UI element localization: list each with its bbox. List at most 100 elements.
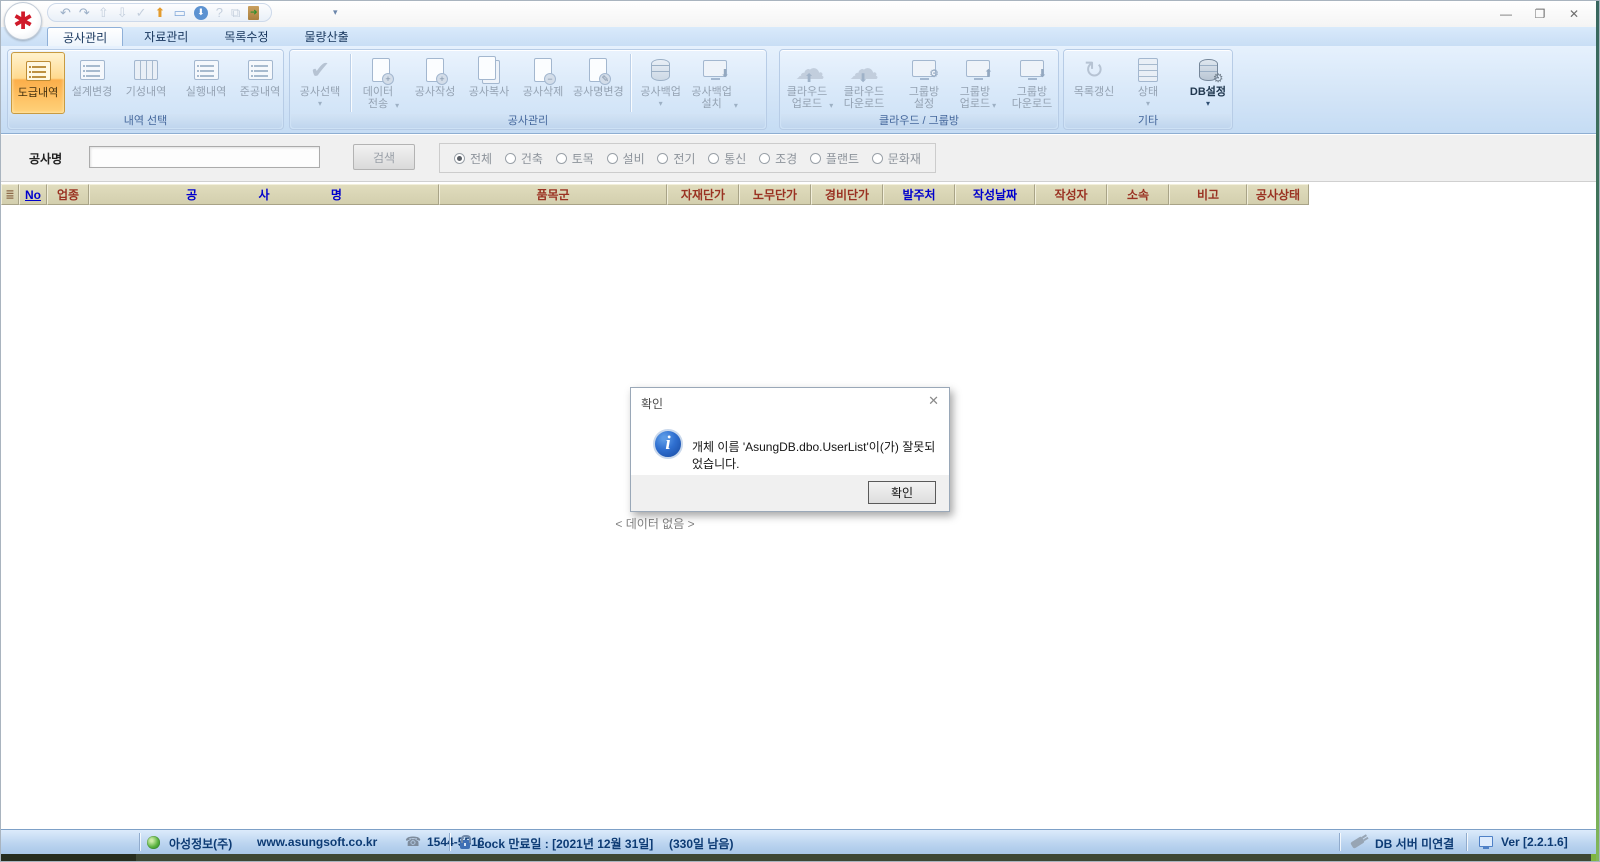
button-grouproom-upload[interactable]: ⬆ 그룹방 업로드▾	[951, 52, 1005, 114]
ribbon-group-etc: ↻ 목록갱신 상태 ▾ ⚙ DB설정 ▾ 기타	[1063, 49, 1233, 130]
column-material-price[interactable]: 자재단가	[667, 184, 739, 205]
app-logo-button[interactable]: ✱	[4, 2, 42, 40]
list-icon	[26, 61, 51, 81]
radio-architecture[interactable]: 건축	[505, 150, 543, 167]
column-remarks[interactable]: 비고	[1169, 184, 1247, 205]
panel-icon[interactable]: ▭	[173, 6, 185, 19]
tab-quantity-calc[interactable]: 물량산출	[290, 27, 364, 46]
dialog-close-icon[interactable]: ✕	[928, 393, 939, 409]
db-connection-icon	[1350, 836, 1365, 849]
radio-telecom[interactable]: 통신	[708, 150, 746, 167]
dialog-ok-button[interactable]: 확인	[868, 481, 936, 504]
import-icon[interactable]: ⬆	[155, 6, 166, 19]
project-name-label: 공사명	[29, 150, 62, 167]
category-radio-group: 전체 건축 토목 설비 전기 통신 조경 플랜트 문화재	[439, 143, 936, 173]
taskbar-strip	[1, 854, 1599, 862]
search-button[interactable]: 검색	[353, 144, 415, 170]
column-affiliation[interactable]: 소속	[1107, 184, 1169, 205]
button-refresh-list[interactable]: ↻ 목록갱신	[1067, 52, 1121, 114]
dropdown-icon: ▾	[829, 102, 833, 110]
check-icon: ✔	[310, 56, 330, 85]
button-db-settings[interactable]: ⚙ DB설정 ▾	[1181, 52, 1235, 114]
button-data-transfer[interactable]: + 데이터 전송▾	[354, 52, 408, 114]
close-button[interactable]: ✕	[1557, 1, 1591, 27]
column-project-name[interactable]: 공 사 명	[89, 184, 439, 205]
lock-icon	[460, 840, 470, 849]
dropdown-icon: ▾	[734, 102, 738, 110]
column-industry[interactable]: 업종	[47, 184, 89, 205]
radio-all[interactable]: 전체	[454, 150, 492, 167]
column-project-status[interactable]: 공사상태	[1247, 184, 1309, 205]
preview-icon[interactable]: ⧉	[231, 6, 240, 19]
button-project-rename[interactable]: ✎ 공사명변경	[570, 52, 627, 114]
document-copy-icon	[478, 56, 496, 80]
button-project-delete[interactable]: − 공사삭제	[516, 52, 570, 114]
button-project-select[interactable]: ✔ 공사선택 ▾	[293, 52, 347, 114]
dropdown-icon: ▾	[1146, 100, 1150, 108]
minimize-button[interactable]: —	[1489, 1, 1523, 27]
column-labor-price[interactable]: 노무단가	[739, 184, 811, 205]
button-cloud-download[interactable]: ☁⬇ 클라우드 다운로드	[837, 52, 891, 114]
qat-overflow-icon[interactable]: ▾	[333, 7, 338, 18]
radio-facility[interactable]: 설비	[607, 150, 645, 167]
button-grouproom-download[interactable]: ⬇ 그룹방 다운로드	[1005, 52, 1059, 114]
restore-button[interactable]: ❐	[1523, 1, 1557, 27]
project-name-input[interactable]	[89, 146, 320, 168]
button-execution-detail[interactable]: 실행내역	[179, 52, 233, 114]
button-cloud-upload[interactable]: ☁⬆ 클라우드 업로드▾	[783, 52, 837, 114]
column-expense-price[interactable]: 경비단가	[811, 184, 883, 205]
group-caption: 내역 선택	[9, 114, 282, 128]
column-no[interactable]: No	[19, 184, 47, 205]
radio-electric[interactable]: 전기	[657, 150, 695, 167]
column-row-marker[interactable]: ≣	[1, 184, 19, 205]
radio-dot	[607, 153, 618, 164]
button-contract-detail[interactable]: 도급내역	[11, 52, 65, 114]
column-orderer[interactable]: 발주처	[883, 184, 955, 205]
button-progress-detail[interactable]: 기성내역	[119, 52, 173, 114]
phone-number: 1544-5516	[427, 835, 484, 849]
move-down-icon[interactable]: ⇩	[117, 6, 128, 19]
tab-data-mgmt[interactable]: 자료관리	[129, 27, 203, 46]
redo-icon[interactable]: ↷	[79, 6, 90, 19]
monitor-down-icon: ⬇	[1020, 60, 1044, 77]
help-icon[interactable]: ?	[216, 6, 223, 19]
radio-dot	[454, 153, 465, 164]
tab-construction-mgmt[interactable]: 공사관리	[47, 27, 123, 46]
confirm-icon[interactable]: ✓	[136, 6, 147, 19]
button-design-change[interactable]: 설계변경	[65, 52, 119, 114]
ribbon-group-detail-select: 도급내역 설계변경 기성내역 실행내역 준공내역	[7, 49, 284, 130]
document-plus-icon: +	[426, 58, 444, 82]
ribbon-group-cloud-grouproom: ☁⬆ 클라우드 업로드▾ ☁⬇ 클라우드 다운로드 ⚙ 그룹방 설정 ⬆ 그룹방…	[779, 49, 1059, 130]
radio-plant[interactable]: 플랜트	[810, 150, 859, 167]
button-project-create[interactable]: + 공사작성	[408, 52, 462, 114]
radio-landscape[interactable]: 조경	[759, 150, 797, 167]
radio-dot	[810, 153, 821, 164]
button-completion-detail[interactable]: 준공내역	[233, 52, 287, 114]
group-caption: 클라우드 / 그룹방	[781, 114, 1057, 128]
table-header: ≣ No 업종 공 사 명 품목군 자재단가 노무단가 경비단가 발주처 작성날…	[1, 184, 1309, 205]
radio-heritage[interactable]: 문화재	[872, 150, 921, 167]
dropdown-icon: ▾	[395, 102, 399, 110]
button-project-backup[interactable]: 공사백업 ▾	[634, 52, 688, 114]
column-item-group[interactable]: 품목군	[439, 184, 667, 205]
company-website[interactable]: www.asungsoft.co.kr	[257, 835, 377, 849]
button-project-copy[interactable]: 공사복사	[462, 52, 516, 114]
move-up-icon[interactable]: ⇧	[98, 6, 109, 19]
undo-icon[interactable]: ↶	[60, 6, 71, 19]
button-backup-install[interactable]: ⬇ 공사백업 설치▾	[688, 52, 742, 114]
dropdown-icon: ▾	[659, 100, 663, 108]
exit-icon[interactable]: ➜	[248, 6, 259, 20]
status-bar: 아성정보(주) www.asungsoft.co.kr ☎ 1544-5516 …	[1, 829, 1599, 854]
button-grouproom-settings[interactable]: ⚙ 그룹방 설정	[897, 52, 951, 114]
tab-list-edit[interactable]: 목록수정	[209, 27, 283, 46]
column-created-date[interactable]: 작성날짜	[955, 184, 1035, 205]
button-status[interactable]: 상태 ▾	[1121, 52, 1175, 114]
cloud-download-icon: ☁⬇	[849, 57, 879, 83]
confirm-dialog: 확인 ✕ i 개체 이름 'AsungDB.dbo.UserList'이(가) …	[630, 387, 950, 512]
quick-access-toolbar: ↶ ↷ ⇧ ⇩ ✓ ⬆ ▭ ⬇ ? ⧉ ➜	[47, 3, 272, 22]
lock-expiry: Lock 만료일 : [2021년 12월 31일]	[477, 835, 653, 852]
group-separator	[630, 54, 631, 112]
column-author[interactable]: 작성자	[1035, 184, 1107, 205]
download-icon[interactable]: ⬇	[194, 6, 208, 20]
radio-civil[interactable]: 토목	[556, 150, 594, 167]
